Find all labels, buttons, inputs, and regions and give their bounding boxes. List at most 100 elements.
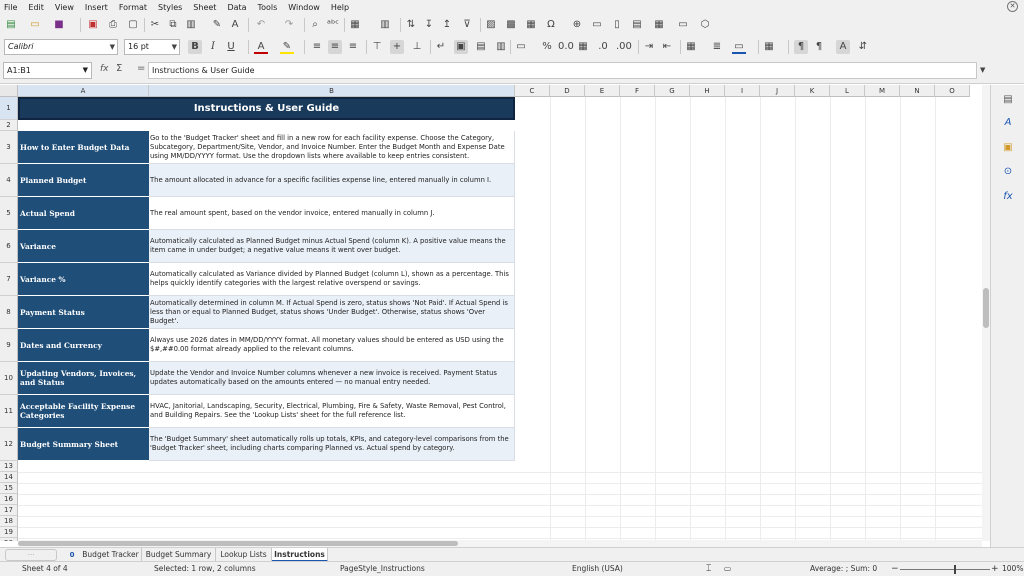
- paste-icon[interactable]: ▥: [184, 18, 198, 32]
- unmerge-icon[interactable]: ▤: [474, 40, 488, 54]
- align-right-icon[interactable]: ≡: [346, 40, 360, 54]
- chevron-down-icon[interactable]: ▼: [172, 40, 177, 54]
- column-header-n[interactable]: N: [900, 85, 935, 97]
- row-header[interactable]: 14: [0, 472, 18, 483]
- column-header-j[interactable]: J: [760, 85, 795, 97]
- image-icon[interactable]: ▨: [484, 18, 498, 32]
- autofilter-icon[interactable]: ⊽: [460, 18, 474, 32]
- undo-icon[interactable]: ↶: [254, 18, 268, 32]
- menu-data[interactable]: Data: [227, 3, 246, 12]
- headers-footers-icon[interactable]: ▯: [610, 18, 624, 32]
- item-description-cell[interactable]: The real amount spent, based on the vend…: [149, 197, 515, 230]
- currency-icon[interactable]: ▭: [514, 40, 528, 54]
- column-icon[interactable]: ▥: [378, 18, 392, 32]
- row-header[interactable]: 18: [0, 516, 18, 527]
- align-middle-icon[interactable]: +: [390, 40, 404, 54]
- menu-tools[interactable]: Tools: [258, 3, 278, 12]
- column-header-l[interactable]: L: [830, 85, 865, 97]
- add-sheet-badge[interactable]: 0: [66, 549, 78, 561]
- special-character-icon[interactable]: Ω: [544, 18, 558, 32]
- item-description-cell[interactable]: Always use 2026 dates in MM/DD/YYYY form…: [149, 329, 515, 362]
- open-icon[interactable]: ▭: [28, 18, 42, 32]
- column-header-f[interactable]: F: [620, 85, 655, 97]
- sheet-title-cell[interactable]: Instructions & User Guide: [18, 97, 515, 120]
- properties-icon[interactable]: ▤: [1001, 93, 1015, 107]
- new-icon[interactable]: ▤: [4, 18, 18, 32]
- print-icon[interactable]: ⎙: [106, 18, 120, 32]
- language-status[interactable]: English (USA): [572, 562, 623, 576]
- navigator-icon[interactable]: ⊙: [1001, 165, 1015, 179]
- spelling-icon[interactable]: ᵃᵇᶜ: [326, 18, 340, 32]
- menu-window[interactable]: Window: [288, 3, 320, 12]
- delete-decimal-icon[interactable]: .00: [616, 40, 632, 54]
- date-format-icon[interactable]: ▦: [576, 40, 590, 54]
- clear-format-icon[interactable]: A: [228, 18, 242, 32]
- chevron-down-icon[interactable]: ▼: [110, 40, 115, 54]
- item-label-cell[interactable]: Updating Vendors, Invoices, and Status: [18, 362, 149, 395]
- formula-input[interactable]: Instructions & User Guide: [148, 62, 977, 79]
- item-description-cell[interactable]: HVAC, Janitorial, Landscaping, Security,…: [149, 395, 515, 428]
- row-header[interactable]: 9: [0, 329, 18, 362]
- conditional-format-icon[interactable]: ▦: [762, 40, 776, 54]
- row-header[interactable]: 10: [0, 362, 18, 395]
- copy-icon[interactable]: ⧉: [166, 18, 180, 32]
- merge-center-icon[interactable]: ▣: [454, 40, 468, 54]
- row-icon[interactable]: ▦: [348, 18, 362, 32]
- insert-mode-icon[interactable]: ⌶: [706, 562, 711, 576]
- column-header-m[interactable]: M: [865, 85, 900, 97]
- redo-icon[interactable]: ↷: [282, 18, 296, 32]
- row-header[interactable]: 12: [0, 428, 18, 461]
- show-draw-functions-icon[interactable]: ⬡: [698, 18, 712, 32]
- chart-icon[interactable]: ▩: [504, 18, 518, 32]
- function-wizard-icon[interactable]: fx: [100, 64, 109, 74]
- column-header-b[interactable]: B: [149, 85, 515, 97]
- item-label-cell[interactable]: Budget Summary Sheet: [18, 428, 149, 461]
- formula-icon[interactable]: =: [137, 63, 145, 74]
- text-direction-icon[interactable]: A: [836, 40, 850, 54]
- menu-edit[interactable]: Edit: [28, 3, 44, 12]
- item-description-cell[interactable]: Automatically calculated as Planned Budg…: [149, 230, 515, 263]
- chevron-down-icon[interactable]: ▼: [83, 63, 88, 78]
- column-header-d[interactable]: D: [550, 85, 585, 97]
- vertical-scrollbar[interactable]: [982, 85, 990, 541]
- pivot-table-icon[interactable]: ▦: [524, 18, 538, 32]
- export-pdf-icon[interactable]: ▣: [86, 18, 100, 32]
- hyperlink-icon[interactable]: ⊕: [570, 18, 584, 32]
- horizontal-scroll-thumb[interactable]: [18, 541, 458, 546]
- sort-icon[interactable]: ⇅: [404, 18, 418, 32]
- column-header-g[interactable]: G: [655, 85, 690, 97]
- functions-icon[interactable]: fx: [1001, 190, 1015, 204]
- zoom-slider-knob[interactable]: [954, 565, 956, 574]
- menu-view[interactable]: View: [55, 3, 74, 12]
- item-description-cell[interactable]: The 'Budget Summary' sheet automatically…: [149, 428, 515, 461]
- column-header-o[interactable]: O: [935, 85, 970, 97]
- row-header[interactable]: 2: [0, 120, 18, 131]
- border-color-icon[interactable]: ▭: [732, 40, 746, 54]
- add-decimal-icon[interactable]: .0: [596, 40, 610, 54]
- gallery-icon[interactable]: ▣: [1001, 141, 1015, 155]
- italic-icon[interactable]: I: [206, 40, 220, 54]
- cut-icon[interactable]: ✂: [148, 18, 162, 32]
- menu-sheet[interactable]: Sheet: [193, 3, 216, 12]
- vertical-scroll-thumb[interactable]: [983, 288, 989, 328]
- menu-help[interactable]: Help: [331, 3, 349, 12]
- menu-format[interactable]: Format: [119, 3, 147, 12]
- item-description-cell[interactable]: Automatically determined in column M. If…: [149, 296, 515, 329]
- item-label-cell[interactable]: Dates and Currency: [18, 329, 149, 362]
- column-header-i[interactable]: I: [725, 85, 760, 97]
- font-color-icon[interactable]: A: [254, 40, 268, 54]
- align-top-icon[interactable]: ⊤: [370, 40, 384, 54]
- print-preview-icon[interactable]: ▢: [126, 18, 140, 32]
- row-header[interactable]: 8: [0, 296, 18, 329]
- highlight-icon[interactable]: ✎: [280, 40, 294, 54]
- expand-formula-bar-icon[interactable]: ▼: [980, 66, 985, 74]
- item-label-cell[interactable]: Variance %: [18, 263, 149, 296]
- sort-descending-icon[interactable]: ↥: [440, 18, 454, 32]
- row-header[interactable]: 15: [0, 483, 18, 494]
- comment-icon[interactable]: ▭: [590, 18, 604, 32]
- align-center-icon[interactable]: ≡: [328, 40, 342, 54]
- item-label-cell[interactable]: Payment Status: [18, 296, 149, 329]
- item-description-cell[interactable]: Automatically calculated as Variance div…: [149, 263, 515, 296]
- close-document-icon[interactable]: ✕: [1007, 1, 1018, 12]
- row-header[interactable]: 16: [0, 494, 18, 505]
